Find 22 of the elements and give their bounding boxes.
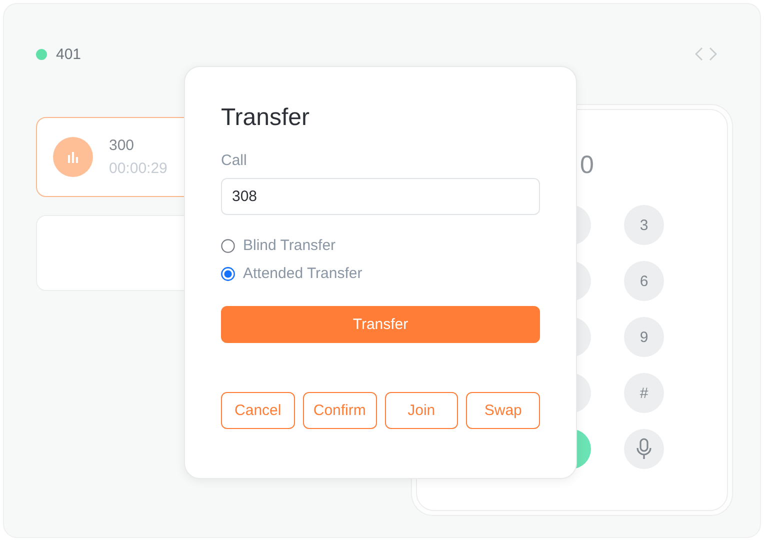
action-button[interactable]: Swap — [466, 392, 540, 429]
microphone-icon — [636, 438, 652, 460]
action-button[interactable]: Cancel — [221, 392, 295, 429]
call-duration: 00:00:29 — [109, 160, 168, 177]
transfer-button[interactable]: Transfer — [221, 306, 540, 343]
dial-key[interactable]: 3 — [624, 205, 664, 245]
option-label: Blind Transfer — [243, 237, 336, 255]
audio-bars-icon — [53, 137, 93, 177]
radio-button[interactable] — [221, 267, 235, 281]
extension-number: 401 — [56, 46, 82, 62]
microphone-button[interactable] — [624, 429, 664, 469]
dial-key[interactable]: 9 — [624, 317, 664, 357]
radio-button[interactable] — [221, 239, 235, 253]
option-label: Attended Transfer — [243, 265, 362, 283]
caller-number: 300 — [109, 137, 136, 154]
action-button[interactable]: Join — [384, 392, 458, 429]
dial-key[interactable]: # — [624, 373, 664, 413]
dial-key[interactable]: 6 — [624, 261, 664, 301]
field-label: Call — [221, 152, 248, 169]
call-input-field[interactable]: 308 — [221, 178, 540, 215]
action-button[interactable]: Confirm — [302, 392, 376, 429]
dialed-number: 0 — [579, 150, 595, 180]
